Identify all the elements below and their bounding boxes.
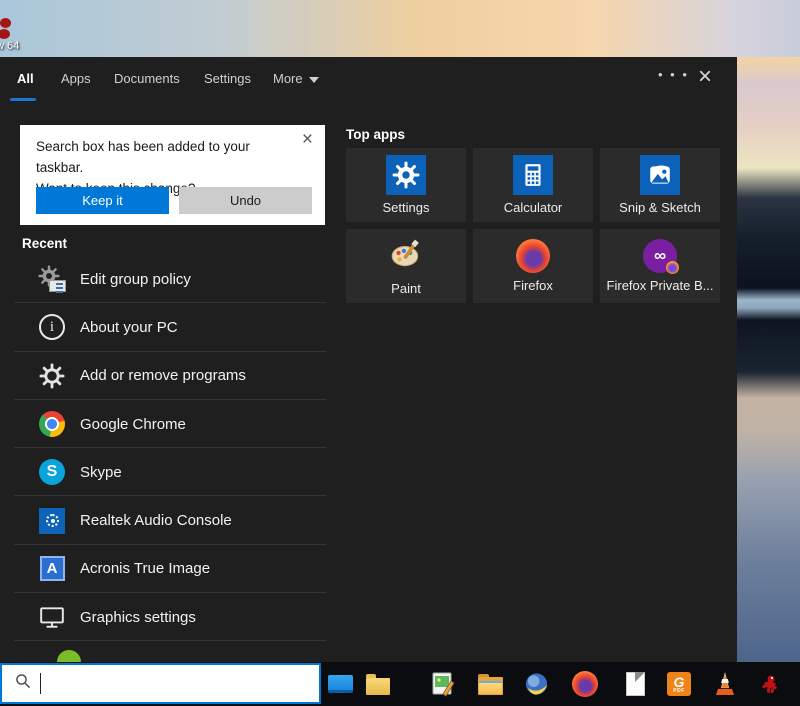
desktop-wallpaper-sky	[0, 0, 800, 57]
list-item-graphics-settings[interactable]: Graphics settings	[0, 593, 326, 641]
list-item-add-remove-programs[interactable]: Add or remove programs	[0, 352, 326, 400]
paint-palette-icon	[389, 237, 423, 276]
list-item-label: Acronis True Image	[80, 560, 210, 577]
list-item-label: Skype	[80, 464, 122, 481]
tile-firefox-private[interactable]: ∞ Firefox Private B...	[600, 229, 720, 303]
undo-button[interactable]: Undo	[179, 187, 312, 214]
firefox-private-mask-icon: ∞	[643, 239, 677, 273]
active-tab-underline	[10, 98, 36, 101]
info-icon: i	[38, 313, 66, 341]
search-filter-tabbar: All Apps Documents Settings More • • • ×	[0, 57, 737, 105]
acronis-icon: A	[38, 555, 66, 583]
list-item-label: Edit group policy	[80, 271, 191, 288]
keep-it-button[interactable]: Keep it	[36, 187, 169, 214]
tile-label: Calculator	[504, 200, 563, 215]
taskbar-file-explorer-icon[interactable]	[477, 671, 503, 697]
taskbar-pdf-app-icon[interactable]: GPDF	[666, 671, 692, 697]
taskbar-display-desktop-icon[interactable]	[327, 671, 353, 697]
tile-label: Paint	[391, 281, 421, 296]
red-shortcut-glyph	[0, 29, 10, 39]
desktop-shortcut-label: w 64	[0, 40, 19, 52]
top-apps-section-header: Top apps	[346, 127, 405, 142]
list-item-acronis-true-image[interactable]: A Acronis True Image	[0, 545, 326, 593]
tile-label: Settings	[383, 200, 430, 215]
list-item-label: Realtek Audio Console	[80, 512, 232, 529]
taskbar-image-editor-icon[interactable]	[430, 671, 456, 697]
firefox-icon	[516, 239, 550, 273]
group-policy-icon	[38, 265, 66, 293]
taskbar-document-icon[interactable]	[622, 671, 648, 697]
partial-list-item-icon	[57, 650, 81, 662]
notification-close-icon[interactable]: ×	[302, 129, 313, 151]
search-flyout-panel: All Apps Documents Settings More • • • ×…	[0, 57, 737, 662]
list-item-about-your-pc[interactable]: i About your PC	[0, 303, 326, 351]
monitor-icon	[38, 603, 66, 631]
more-options-icon[interactable]: • • •	[658, 67, 689, 82]
red-shortcut-glyph	[0, 18, 11, 28]
taskbar-change-notification: Search box has been added to your taskba…	[20, 125, 325, 225]
recent-section-header: Recent	[22, 236, 67, 251]
chrome-icon	[38, 410, 66, 438]
calculator-icon	[513, 155, 553, 195]
tile-label: Firefox Private B...	[607, 278, 714, 293]
tab-more-label: More	[273, 71, 303, 86]
taskbar-firefox-icon[interactable]	[572, 671, 598, 697]
search-icon	[15, 673, 31, 694]
settings-gear-icon	[386, 155, 426, 195]
tile-paint[interactable]: Paint	[346, 229, 466, 303]
tab-apps[interactable]: Apps	[61, 71, 91, 86]
list-item-realtek-audio-console[interactable]: Realtek Audio Console	[0, 496, 326, 544]
tile-snip-sketch[interactable]: Snip & Sketch	[600, 148, 720, 222]
recent-list: Edit group policy i About your PC Add or…	[0, 255, 326, 641]
gear-icon	[38, 362, 66, 390]
close-icon[interactable]: ×	[698, 63, 712, 91]
taskbar-search-input[interactable]	[0, 663, 321, 704]
tab-all[interactable]: All	[17, 71, 34, 86]
chevron-down-icon	[309, 77, 319, 83]
realtek-speaker-icon	[38, 507, 66, 535]
notification-line1: Search box has been added to your taskba…	[36, 137, 286, 179]
taskbar-globe-browser-icon[interactable]	[524, 671, 550, 697]
list-item-label: Google Chrome	[80, 416, 186, 433]
taskbar-folder-icon[interactable]	[365, 671, 391, 697]
pdf-app-sub: PDF	[673, 688, 685, 694]
tab-settings[interactable]: Settings	[204, 71, 251, 86]
list-item-label: About your PC	[80, 319, 178, 336]
list-item-label: Graphics settings	[80, 609, 196, 626]
list-item-label: Add or remove programs	[80, 367, 246, 384]
tab-more[interactable]: More	[273, 71, 319, 86]
tile-label: Firefox	[513, 278, 553, 293]
tile-settings[interactable]: Settings	[346, 148, 466, 222]
text-caret	[40, 673, 41, 694]
taskbar-red-lizard-app-icon[interactable]	[757, 671, 783, 697]
snip-sketch-icon	[640, 155, 680, 195]
tile-label: Snip & Sketch	[619, 200, 701, 215]
tile-calculator[interactable]: Calculator	[473, 148, 593, 222]
skype-icon: S	[38, 458, 66, 486]
list-item-edit-group-policy[interactable]: Edit group policy	[0, 255, 326, 303]
list-item-skype[interactable]: S Skype	[0, 448, 326, 496]
taskbar-vlc-icon[interactable]	[712, 671, 738, 697]
tile-firefox[interactable]: Firefox	[473, 229, 593, 303]
tab-documents[interactable]: Documents	[114, 71, 180, 86]
list-item-google-chrome[interactable]: Google Chrome	[0, 400, 326, 448]
